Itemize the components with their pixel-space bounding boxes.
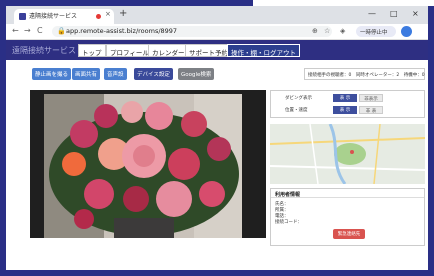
maximize-button[interactable]: □	[390, 9, 398, 18]
close-window-button[interactable]: ×	[412, 9, 419, 18]
browser-window: 遠隔接続サービス × + — □ × ← → C 🔒 app.remote-as…	[6, 6, 428, 270]
browser-tab[interactable]: 遠隔接続サービス ×	[14, 9, 114, 24]
device-settings-button[interactable]: デバイス設定	[134, 68, 173, 80]
position-hide-toggle[interactable]: 非 表	[359, 106, 383, 114]
forward-button[interactable]: →	[24, 26, 31, 35]
nav-top[interactable]: トップ	[78, 44, 106, 57]
nav-calendar[interactable]: カレンダー	[148, 44, 189, 57]
address-bar: ← → C 🔒 app.remote-assist.biz/rooms/8997…	[6, 24, 428, 40]
recording-indicator-icon	[96, 14, 101, 19]
reload-button[interactable]: C	[37, 26, 43, 35]
video-frame	[30, 90, 266, 238]
user-info-panel: 利用者情報 氏名： 所属： 電話： 接続コード： 緊急連絡先	[270, 188, 425, 246]
nav-logout[interactable]: 操作・棚・ログアウト	[227, 44, 300, 57]
favicon-icon	[19, 13, 26, 20]
screen-share-button[interactable]: 画面共有	[72, 68, 101, 80]
snapshot-button[interactable]: 静止画を撮る	[32, 68, 72, 80]
display-controls: ダビング表示 表 示 非表示 位置・速度 表 示 非 表	[270, 90, 425, 118]
url-field[interactable]: 🔒 app.remote-assist.biz/rooms/8997	[52, 26, 332, 37]
nav-support[interactable]: サポート予約	[185, 44, 232, 57]
url-text: app.remote-assist.biz/rooms/8997	[66, 27, 178, 35]
nav-profile[interactable]: プロフィール	[106, 44, 153, 57]
google-search-button[interactable]: Google検索	[178, 68, 215, 80]
zoom-icon[interactable]: ⊕	[312, 27, 318, 35]
dubbing-show-toggle[interactable]: 表 示	[333, 94, 357, 102]
extension-icon[interactable]: ◈	[340, 27, 345, 35]
info-code: 接続コード：	[275, 220, 302, 225]
avatar[interactable]	[401, 26, 412, 37]
back-button[interactable]: ←	[12, 26, 19, 35]
minimize-button[interactable]: —	[368, 9, 376, 18]
status-bar: 接続相手の視聴者：0 同時オペレーター：2 待機中：0	[304, 68, 425, 80]
dubbing-hide-toggle[interactable]: 非表示	[359, 94, 383, 102]
tab-bar: 遠隔接続サービス × + — □ ×	[6, 6, 428, 24]
main-content: 静止画を撮る 画面共有 音声設 デバイス設定 Google検索 接続相手の視聴者…	[6, 60, 428, 270]
bookmark-star-icon[interactable]: ☆	[324, 27, 330, 35]
brand-title: 遠隔接続サービス	[12, 46, 76, 55]
position-show-toggle[interactable]: 表 示	[333, 106, 357, 114]
emergency-contact-button[interactable]: 緊急連絡先	[333, 229, 365, 239]
app-header: 遠隔接続サービス トップ プロフィール カレンダー サポート予約 操作・棚・ログ…	[6, 40, 428, 60]
location-map[interactable]	[270, 124, 425, 184]
position-label: 位置・速度	[285, 108, 308, 113]
dubbing-label: ダビング表示	[285, 96, 312, 101]
lock-icon: 🔒	[57, 27, 66, 35]
audio-button[interactable]: 音声設	[104, 68, 127, 80]
user-info-title: 利用者情報	[271, 189, 424, 198]
profile-pause-chip[interactable]: 一時停止中	[356, 26, 396, 37]
new-tab-button[interactable]: +	[119, 8, 127, 19]
tab-title: 遠隔接続サービス	[29, 13, 78, 20]
tab-close-icon[interactable]: ×	[105, 10, 111, 18]
flower-bouquet-image	[44, 94, 242, 238]
